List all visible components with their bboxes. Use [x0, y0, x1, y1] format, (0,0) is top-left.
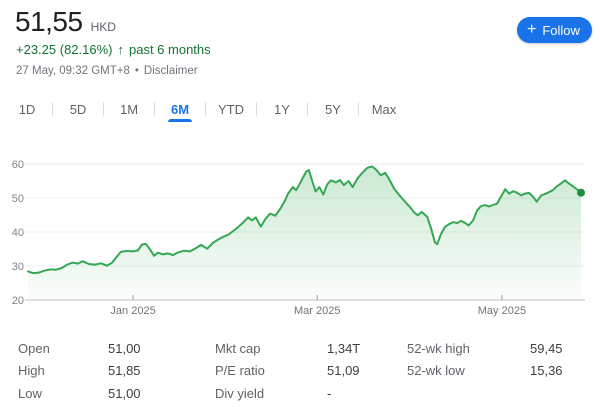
stat-row-52wk-high: 52-wk high 59,45 [407, 337, 563, 360]
stat-label: 52-wk high [407, 341, 530, 356]
x-axis-label: May 2025 [478, 305, 526, 317]
tab-1m[interactable]: 1M [104, 96, 154, 122]
price-header: 51,55 HKD [15, 6, 116, 38]
stats-column-valuation: Mkt cap 1,34T P/E ratio 51,09 Div yield … [215, 337, 360, 405]
stat-value: 15,36 [530, 363, 563, 378]
stat-row-52wk-low: 52-wk low 15,36 [407, 360, 563, 383]
stat-value: - [327, 386, 331, 401]
tab-max[interactable]: Max [359, 96, 409, 122]
range-tabs: 1D 5D 1M 6M YTD 1Y 5Y Max [2, 96, 409, 122]
price-change-row: +23.25 (82.16%) ↑ past 6 months [16, 42, 211, 57]
stat-value: 51,00 [108, 386, 141, 401]
quote-meta-row: 27 May, 09:32 GMT+8 • Disclaimer [16, 65, 198, 77]
price-area [28, 166, 581, 300]
current-price: 51,55 [15, 6, 83, 38]
tab-1d[interactable]: 1D [2, 96, 52, 122]
stat-label: High [18, 363, 108, 378]
y-axis-label: 50 [12, 193, 24, 205]
follow-button-label: Follow [542, 23, 580, 38]
currency-code: HKD [91, 20, 116, 34]
stat-row-low: Low 51,00 [18, 382, 141, 405]
tab-1y[interactable]: 1Y [257, 96, 307, 122]
y-axis-label: 20 [12, 295, 24, 307]
tab-5y[interactable]: 5Y [308, 96, 358, 122]
stat-value: 51,09 [327, 363, 360, 378]
stat-row-divyield: Div yield - [215, 382, 360, 405]
change-amount: +23.25 (82.16%) [16, 42, 112, 57]
stat-label: P/E ratio [215, 363, 327, 378]
stat-row-open: Open 51,00 [18, 337, 141, 360]
stat-label: Low [18, 386, 108, 401]
last-price-dot [577, 189, 585, 197]
stats-column-52wk: 52-wk high 59,45 52-wk low 15,36 [407, 337, 563, 382]
tab-ytd[interactable]: YTD [206, 96, 256, 122]
stat-row-high: High 51,85 [18, 360, 141, 383]
plus-icon: + [527, 22, 536, 38]
x-axis-label: Jan 2025 [110, 305, 155, 317]
stats-column-price: Open 51,00 High 51,85 Low 51,00 [18, 337, 141, 405]
tab-6m[interactable]: 6M [155, 96, 205, 122]
stat-label: Open [18, 341, 108, 356]
stat-label: 52-wk low [407, 363, 530, 378]
stat-value: 51,00 [108, 341, 141, 356]
tab-5d[interactable]: 5D [53, 96, 103, 122]
stat-row-mktcap: Mkt cap 1,34T [215, 337, 360, 360]
separator-dot: • [135, 65, 139, 77]
stat-label: Mkt cap [215, 341, 327, 356]
stat-value: 1,34T [327, 341, 360, 356]
stat-value: 51,85 [108, 363, 141, 378]
follow-button[interactable]: + Follow [517, 17, 592, 43]
y-axis-label: 40 [12, 227, 24, 239]
stat-value: 59,45 [530, 341, 563, 356]
y-axis-label: 60 [12, 159, 24, 171]
stat-row-pe: P/E ratio 51,09 [215, 360, 360, 383]
quote-timestamp: 27 May, 09:32 GMT+8 [16, 65, 130, 77]
y-axis-label: 30 [12, 261, 24, 273]
up-arrow-icon: ↑ [117, 43, 124, 56]
change-period: past 6 months [129, 42, 211, 57]
disclaimer-link[interactable]: Disclaimer [144, 65, 198, 77]
x-axis-label: Mar 2025 [294, 305, 340, 317]
stat-label: Div yield [215, 386, 327, 401]
